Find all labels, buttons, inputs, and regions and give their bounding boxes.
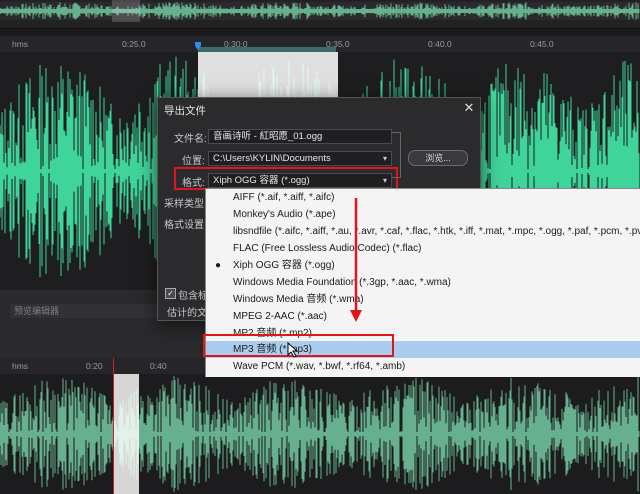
ruler-unit: hms	[12, 361, 29, 371]
ruler-tick: 0:40.0	[428, 39, 452, 49]
preview-selection[interactable]	[113, 374, 139, 494]
format-option[interactable]: Monkey's Audio (*.ape)	[206, 206, 640, 223]
ruler-tick: 0:40	[150, 361, 167, 371]
playhead-icon[interactable]	[195, 42, 201, 50]
include-label: 包含标	[178, 291, 208, 302]
close-icon[interactable]: ✕	[461, 100, 477, 116]
preview-playhead-line	[113, 358, 114, 494]
field-bracket	[392, 132, 401, 178]
format-option[interactable]: Wave PCM (*.wav, *.bwf, *.rf64, *.amb)	[206, 358, 640, 375]
chevron-down-icon: ▾	[382, 176, 387, 185]
location-label: 位置:	[182, 156, 205, 167]
timeline-ruler[interactable]: hms 0:25.0 0:30.0 0:35.0 0:40.0 0:45.0	[0, 36, 640, 52]
format-option[interactable]: MPEG 2-AAC (*.aac)	[206, 308, 640, 325]
format-option-current[interactable]: ● Xiph OGG 容器 (*.ogg)	[206, 257, 640, 274]
ruler-tick: 0:25.0	[122, 39, 146, 49]
ruler-unit: hms	[12, 39, 29, 49]
mouse-cursor-icon	[287, 342, 299, 358]
format-option[interactable]: MP2 音频 (*.mp2)	[206, 325, 640, 342]
ruler-tick: 0:20	[86, 361, 103, 371]
format-option[interactable]: AIFF (*.aif, *.aiff, *.aifc)	[206, 189, 640, 206]
format-option[interactable]: FLAC (Free Lossless Audio Codec) (*.flac…	[206, 240, 640, 257]
preview-waveform-graphic	[0, 376, 640, 492]
format-option[interactable]: libsndfile (*.aifc, *.aiff, *.au, *.avr,…	[206, 223, 640, 240]
browse-button[interactable]: 浏览...	[408, 150, 468, 166]
chevron-down-icon: ▾	[382, 154, 387, 163]
overview-waveform[interactable]	[0, 0, 640, 29]
filename-input[interactable]: 音画诗听 - 紅昭愿_01.ogg	[208, 129, 392, 144]
format-option-selected[interactable]: MP3 音频 (*.mp3)	[206, 341, 640, 358]
current-format-marker: ●	[215, 260, 222, 271]
include-checkbox[interactable]: ✓	[165, 288, 176, 299]
location-value: C:\Users\KYLIN\Documents	[213, 153, 331, 164]
format-option[interactable]: Windows Media Foundation (*.3gp, *.aac, …	[206, 274, 640, 291]
overview-selection[interactable]	[112, 0, 140, 22]
location-select[interactable]: C:\Users\KYLIN\Documents ▾	[208, 151, 392, 166]
filename-value: 音画诗听 - 紅昭愿_01.ogg	[213, 131, 323, 142]
estimate-label: 估计的文	[167, 308, 207, 319]
preview-waveform[interactable]	[0, 374, 640, 494]
arrow-down-icon	[350, 198, 362, 322]
format-label: 格式:	[182, 178, 205, 189]
format-option[interactable]: Windows Media 音频 (*.wma)	[206, 291, 640, 308]
format-dropdown-list[interactable]: AIFF (*.aif, *.aiff, *.aifc) Monkey's Au…	[205, 188, 640, 377]
format-select[interactable]: Xiph OGG 容器 (*.ogg) ▾	[208, 173, 392, 188]
overview-waveform-graphic	[0, 2, 640, 20]
filename-label: 文件名:	[174, 134, 207, 145]
preview-editor-title: 预览编辑器	[10, 304, 164, 318]
dialog-title: 导出文件	[164, 105, 206, 117]
sample-type-label: 采样类型:	[164, 199, 207, 210]
format-settings-label: 格式设置:	[164, 220, 207, 231]
ruler-tick: 0:45.0	[530, 39, 554, 49]
format-value: Xiph OGG 容器 (*.ogg)	[213, 175, 310, 186]
